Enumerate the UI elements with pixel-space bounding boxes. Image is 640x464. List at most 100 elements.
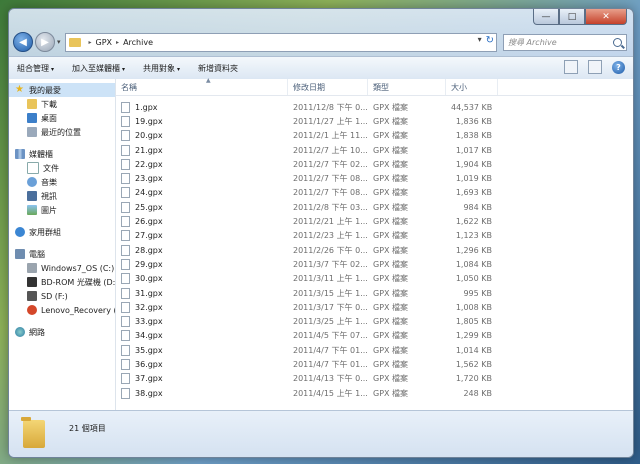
back-button[interactable]: ◀ [13,32,33,52]
sidebar-item-homegroup[interactable]: 家用群組 [9,225,115,239]
minimize-button[interactable]: — [533,9,559,25]
sidebar-item-drive-q[interactable]: Lenovo_Recovery (Q:) [9,303,115,317]
include-in-library-label: 加入至媒體櫃 [72,63,121,73]
file-name-cell: 29.gpx [116,258,288,270]
file-row[interactable]: 37.gpx 2011/4/13 下午 0... GPX 檔案 1,720 KB [116,372,633,386]
explorer-window: — □ ✕ ◀ ▶ ▾ ▸ GPX ▸ Archive ▾ ↻ 搜尋 Archi… [8,8,634,458]
file-size: 1,014 KB [455,345,492,355]
breadcrumb-archive[interactable]: Archive [123,38,153,47]
recent-pages-dropdown[interactable]: ▾ [57,38,61,46]
sidebar-item-documents[interactable]: 文件 [9,161,115,175]
share-with-button[interactable]: 共用對象 ▾ [143,63,180,74]
caption-buttons: — □ ✕ [533,9,627,25]
close-button[interactable]: ✕ [585,9,627,25]
file-name-cell: 36.gpx [116,358,288,370]
sidebar-item-label: 視訊 [41,191,57,201]
file-type: GPX 檔案 [373,245,409,255]
column-header-name[interactable]: 名稱 [116,79,288,95]
file-row[interactable]: 26.gpx 2011/2/21 上午 1... GPX 檔案 1,622 KB [116,214,633,228]
file-row[interactable]: 29.gpx 2011/3/7 下午 02... GPX 檔案 1,084 KB [116,257,633,271]
column-header-type[interactable]: 類型 [368,79,446,95]
sidebar-item-network[interactable]: 網路 [9,325,115,339]
sidebar-item-computer[interactable]: 電腦 [9,247,115,261]
file-icon [121,187,130,199]
sidebar-item-drive-f[interactable]: SD (F:) [9,289,115,303]
search-input[interactable]: 搜尋 Archive [503,33,627,51]
downloads-folder-icon [27,99,37,109]
details-pane: 21 個項目 [9,410,633,457]
file-row[interactable]: 32.gpx 2011/3/17 下午 0... GPX 檔案 1,008 KB [116,300,633,314]
file-row[interactable]: 38.gpx 2011/4/15 上午 1... GPX 檔案 248 KB [116,386,633,400]
forward-button[interactable]: ▶ [35,32,55,52]
file-name: 25.gpx [135,202,163,212]
file-size: 1,084 KB [455,259,492,269]
file-row[interactable]: 35.gpx 2011/4/7 下午 01... GPX 檔案 1,014 KB [116,343,633,357]
file-row[interactable]: 30.gpx 2011/3/11 上午 1... GPX 檔案 1,050 KB [116,272,633,286]
address-dropdown-icon[interactable]: ▾ [478,35,482,46]
preview-pane-icon[interactable] [588,60,602,74]
file-icon [121,158,130,170]
file-row[interactable]: 23.gpx 2011/2/7 下午 08... GPX 檔案 1,019 KB [116,171,633,185]
sidebar-item-favorites[interactable]: ★ 我的最愛 [9,83,115,97]
file-name: 33.gpx [135,317,163,327]
sidebar-item-pictures[interactable]: 圖片 [9,203,115,217]
help-icon[interactable]: ? [612,60,625,74]
file-icon [121,358,130,370]
file-date: 2011/3/11 上午 1... [293,274,368,284]
file-date: 2011/4/13 下午 0... [293,374,368,384]
column-header-size[interactable]: 大小 [446,79,498,95]
address-bar[interactable]: ▸ GPX ▸ Archive ▾ ↻ [64,32,497,52]
sidebar-item-music[interactable]: 音樂 [9,175,115,189]
column-header-date[interactable]: 修改日期 [288,79,368,95]
new-folder-button[interactable]: 新增資料夾 [198,63,238,74]
file-icon [121,115,130,127]
refresh-icon[interactable]: ↻ [486,35,494,46]
breadcrumb-gpx[interactable]: GPX [96,38,113,47]
file-row[interactable]: 27.gpx 2011/2/23 上午 1... GPX 檔案 1,123 KB [116,229,633,243]
file-row[interactable]: 19.gpx 2011/1/27 上午 1... GPX 檔案 1,836 KB [116,114,633,128]
file-date: 2011/12/8 下午 0... [293,102,368,112]
sidebar-item-drive-d[interactable]: BD-ROM 光碟機 (D:) [9,275,115,289]
file-row[interactable]: 34.gpx 2011/4/5 下午 07... GPX 檔案 1,299 KB [116,329,633,343]
organize-button[interactable]: 組合管理 ▾ [17,63,54,74]
file-name-cell: 35.gpx [116,344,288,356]
back-arrow-icon: ◀ [19,36,27,48]
breadcrumb-separator[interactable]: ▸ [89,39,92,46]
file-name: 28.gpx [135,245,163,255]
search-icon[interactable] [613,37,622,47]
address-controls: ▾ ↻ [478,35,494,46]
column-header-row: ▲ 名稱 修改日期 類型 大小 [116,77,633,96]
sidebar-item-downloads[interactable]: 下載 [9,97,115,111]
file-size: 1,720 KB [455,374,492,384]
sidebar-item-videos[interactable]: 視訊 [9,189,115,203]
file-row[interactable]: 20.gpx 2011/2/1 上午 11... GPX 檔案 1,838 KB [116,129,633,143]
file-size: 1,299 KB [455,331,492,341]
file-name: 20.gpx [135,131,163,141]
file-row[interactable]: 36.gpx 2011/4/7 下午 01... GPX 檔案 1,562 KB [116,357,633,371]
file-row[interactable]: 22.gpx 2011/2/7 下午 02... GPX 檔案 1,904 KB [116,157,633,171]
sidebar-item-drive-c[interactable]: Windows7_OS (C:) [9,261,115,275]
file-date: 2011/4/7 下午 01... [293,359,368,369]
file-row[interactable]: 33.gpx 2011/3/25 上午 1... GPX 檔案 1,805 KB [116,314,633,328]
sidebar-item-libraries[interactable]: 媒體櫃 [9,147,115,161]
sidebar-item-recent-places[interactable]: 最近的位置 [9,125,115,139]
file-type: GPX 檔案 [373,331,409,341]
folder-icon [21,417,45,448]
computer-icon [15,249,25,259]
file-row[interactable]: 31.gpx 2011/3/15 上午 1... GPX 檔案 995 KB [116,286,633,300]
breadcrumb-separator[interactable]: ▸ [116,39,119,46]
file-list[interactable]: ▲ 名稱 修改日期 類型 大小 1.gpx 2011/12/8 下午 0... GP… [116,77,633,411]
file-size: 248 KB [463,388,492,398]
file-row[interactable]: 28.gpx 2011/2/26 下午 0... GPX 檔案 1,296 KB [116,243,633,257]
file-type: GPX 檔案 [373,359,409,369]
maximize-button[interactable]: □ [559,9,585,25]
file-row[interactable]: 1.gpx 2011/12/8 下午 0... GPX 檔案 44,537 KB [116,100,633,114]
sidebar-item-desktop[interactable]: 桌面 [9,111,115,125]
include-in-library-button[interactable]: 加入至媒體櫃 ▾ [72,63,125,74]
file-row[interactable]: 21.gpx 2011/2/7 上午 10... GPX 檔案 1,017 KB [116,143,633,157]
navigation-pane[interactable]: ★ 我的最愛 下載 桌面 最近的位置 媒體櫃 文件 音樂 視訊 圖片 家用群組 電… [9,79,116,411]
file-row[interactable]: 24.gpx 2011/2/7 下午 08... GPX 檔案 1,693 KB [116,186,633,200]
file-row[interactable]: 25.gpx 2011/2/8 下午 03... GPX 檔案 984 KB [116,200,633,214]
view-options-icon[interactable] [564,60,578,74]
file-type: GPX 檔案 [373,345,409,355]
